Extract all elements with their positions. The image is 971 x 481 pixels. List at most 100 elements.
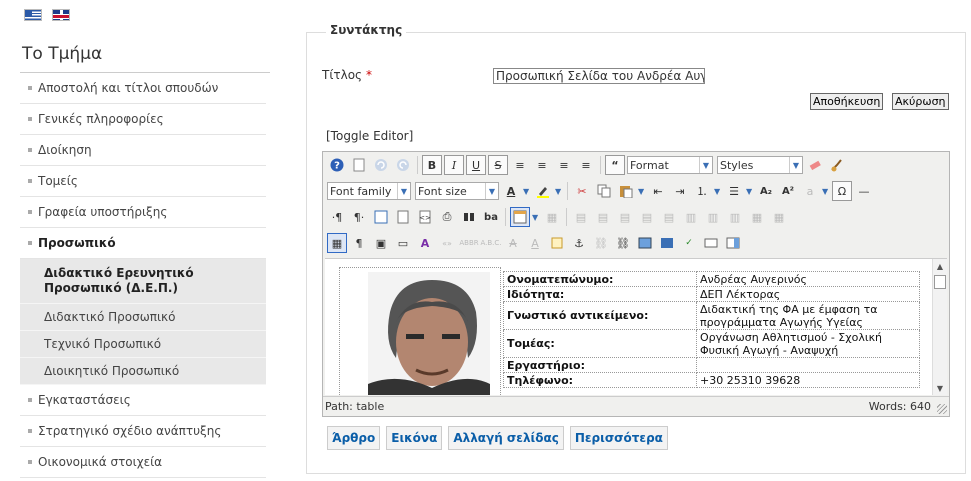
cleanup-brush-icon[interactable] — [827, 155, 847, 175]
outdent-icon[interactable]: ⇤ — [648, 181, 668, 201]
rtl-icon[interactable]: ¶· — [349, 207, 369, 227]
attributes-icon[interactable] — [547, 233, 567, 253]
pagebreak-button[interactable]: Αλλαγή σελίδας — [448, 426, 564, 450]
cell-props-icon[interactable]: ▤ — [593, 207, 613, 227]
toggle-editor-link[interactable]: [Toggle Editor] — [326, 129, 413, 143]
chevron-down-icon[interactable]: ▼ — [714, 187, 722, 196]
sidebar-subitem[interactable]: Διοικητικό Προσωπικό — [20, 358, 266, 385]
row-props-icon[interactable]: ▤ — [571, 207, 591, 227]
merge-cells-icon[interactable]: ▦ — [747, 207, 767, 227]
scroll-up-icon[interactable]: ▲ — [934, 260, 946, 272]
chevron-down-icon[interactable]: ▼ — [746, 187, 754, 196]
editor-content[interactable]: Ονοματεπώνυμο: Ανδρέας Αυγερινός Ιδιότητα… — [325, 258, 947, 395]
font-size-select[interactable]: Font size ▼ — [415, 182, 499, 200]
print-icon[interactable]: ⎙ — [437, 207, 457, 227]
article-button[interactable]: Άρθρο — [327, 426, 381, 450]
image-button[interactable]: Εικόνα — [386, 426, 443, 450]
bullet-list-icon[interactable]: ☰ — [724, 181, 744, 201]
spellcheck-icon[interactable]: ✓ — [679, 233, 699, 253]
row-after-icon[interactable]: ▤ — [637, 207, 657, 227]
search-icon[interactable] — [459, 207, 479, 227]
table-insert-icon[interactable] — [510, 207, 530, 227]
special-char-icon[interactable]: Ω — [832, 181, 852, 201]
cancel-button[interactable]: Ακύρωση — [892, 93, 949, 110]
align-left-icon[interactable]: ≡ — [554, 155, 574, 175]
title-input[interactable]: Προσωπική Σελίδα του Ανδρέα Αυγε — [493, 68, 705, 84]
new-document-icon[interactable] — [349, 155, 369, 175]
chevron-down-icon[interactable]: ▼ — [638, 187, 646, 196]
content-scrollbar[interactable]: ▲ ▼ — [932, 259, 947, 395]
bold-icon[interactable]: B — [422, 155, 442, 175]
style-props-icon[interactable]: A — [415, 233, 435, 253]
align-justify-icon[interactable]: ≡ — [510, 155, 530, 175]
sidebar-item[interactable]: Γραφεία υποστήριξης — [20, 197, 266, 228]
template-icon[interactable] — [393, 207, 413, 227]
styles-select[interactable]: Styles ▼ — [717, 156, 803, 174]
readmore-button[interactable]: Περισσότερα — [569, 426, 668, 450]
cite-icon[interactable]: «» — [437, 233, 457, 253]
split-cells-icon[interactable]: ▦ — [769, 207, 789, 227]
row-delete-icon[interactable]: ▤ — [659, 207, 679, 227]
replace-icon[interactable]: ba — [481, 207, 501, 227]
link-icon[interactable]: ⛓ — [613, 233, 633, 253]
table-delete-icon[interactable]: ▦ — [542, 207, 562, 227]
superscript-icon[interactable]: A² — [778, 181, 798, 201]
text-color-icon[interactable]: A — [501, 181, 521, 201]
highlight-icon[interactable] — [533, 181, 553, 201]
chevron-down-icon[interactable]: ▼ — [555, 187, 563, 196]
unlink-icon[interactable]: ⛓ — [591, 233, 611, 253]
row-before-icon[interactable]: ▤ — [615, 207, 635, 227]
acronym-icon[interactable]: A.B.C. — [480, 233, 501, 253]
sidebar-item[interactable]: Στρατηγικό σχέδιο ανάπτυξης — [20, 416, 266, 447]
eraser-icon[interactable] — [805, 155, 825, 175]
underline-icon[interactable]: U — [466, 155, 486, 175]
chevron-down-icon[interactable]: ▼ — [523, 187, 531, 196]
source-code-icon[interactable]: <> — [415, 207, 435, 227]
font-family-select[interactable]: Font family ▼ — [327, 182, 411, 200]
align-center-icon[interactable]: ≡ — [532, 155, 552, 175]
ins-icon[interactable]: A — [525, 233, 545, 253]
blockquote-icon[interactable]: “ — [605, 155, 625, 175]
chevron-down-icon[interactable]: ▼ — [822, 187, 830, 196]
save-button[interactable]: Αποθήκευση — [810, 93, 884, 110]
sidebar-item[interactable]: Οικονομικά στοιχεία — [20, 447, 266, 478]
italic-icon[interactable]: I — [444, 155, 464, 175]
charmap-dim-icon[interactable]: a — [800, 181, 820, 201]
numbered-list-icon[interactable]: ⒈ — [692, 181, 712, 201]
sidebar-item-staff[interactable]: Προσωπικό — [20, 228, 266, 259]
resize-handle-icon[interactable] — [937, 404, 947, 414]
abbr-icon[interactable]: ABBR — [459, 233, 479, 253]
sidebar-item[interactable]: Τομείς — [20, 166, 266, 197]
chevron-down-icon[interactable]: ▼ — [532, 213, 540, 222]
scroll-thumb[interactable] — [934, 275, 946, 289]
strikethrough-icon[interactable]: S — [488, 155, 508, 175]
abs-position-icon[interactable]: ▭ — [393, 233, 413, 253]
fullscreen-icon[interactable] — [371, 207, 391, 227]
col-after-icon[interactable]: ▥ — [703, 207, 723, 227]
sidebar-item[interactable]: Αποστολή και τίτλοι σπουδών — [20, 73, 266, 104]
sidebar-item[interactable]: Διοίκηση — [20, 135, 266, 166]
show-blocks-icon[interactable]: ¶ — [349, 233, 369, 253]
image-icon[interactable] — [635, 233, 655, 253]
visual-aid-icon[interactable]: ▦ — [327, 233, 347, 253]
insert-layer-icon[interactable]: ▣ — [371, 233, 391, 253]
align-right-icon[interactable]: ≡ — [576, 155, 596, 175]
paste-icon[interactable] — [616, 181, 636, 201]
horizontal-rule-icon[interactable]: — — [854, 181, 874, 201]
format-select[interactable]: Format ▼ — [627, 156, 713, 174]
non-breaking-icon[interactable] — [723, 233, 743, 253]
sidebar-subitem[interactable]: Διδακτικό Προσωπικό — [20, 304, 266, 331]
uk-flag-icon[interactable] — [52, 9, 70, 21]
help-icon[interactable]: ? — [327, 155, 347, 175]
undo-icon[interactable] — [371, 155, 391, 175]
sidebar-subitem[interactable]: Τεχνικό Προσωπικό — [20, 331, 266, 358]
subscript-icon[interactable]: A₂ — [756, 181, 776, 201]
sidebar-subitem-dep[interactable]: Διδακτικό Ερευνητικό Προσωπικό (Δ.Ε.Π.) — [20, 259, 266, 304]
sidebar-item[interactable]: Εγκαταστάσεις — [20, 385, 266, 416]
sidebar-item[interactable]: Γενικές πληροφορίες — [20, 104, 266, 135]
scroll-down-icon[interactable]: ▼ — [934, 382, 946, 394]
indent-icon[interactable]: ⇥ — [670, 181, 690, 201]
redo-icon[interactable] — [393, 155, 413, 175]
greek-flag-icon[interactable] — [24, 9, 42, 21]
hr-icon[interactable] — [701, 233, 721, 253]
